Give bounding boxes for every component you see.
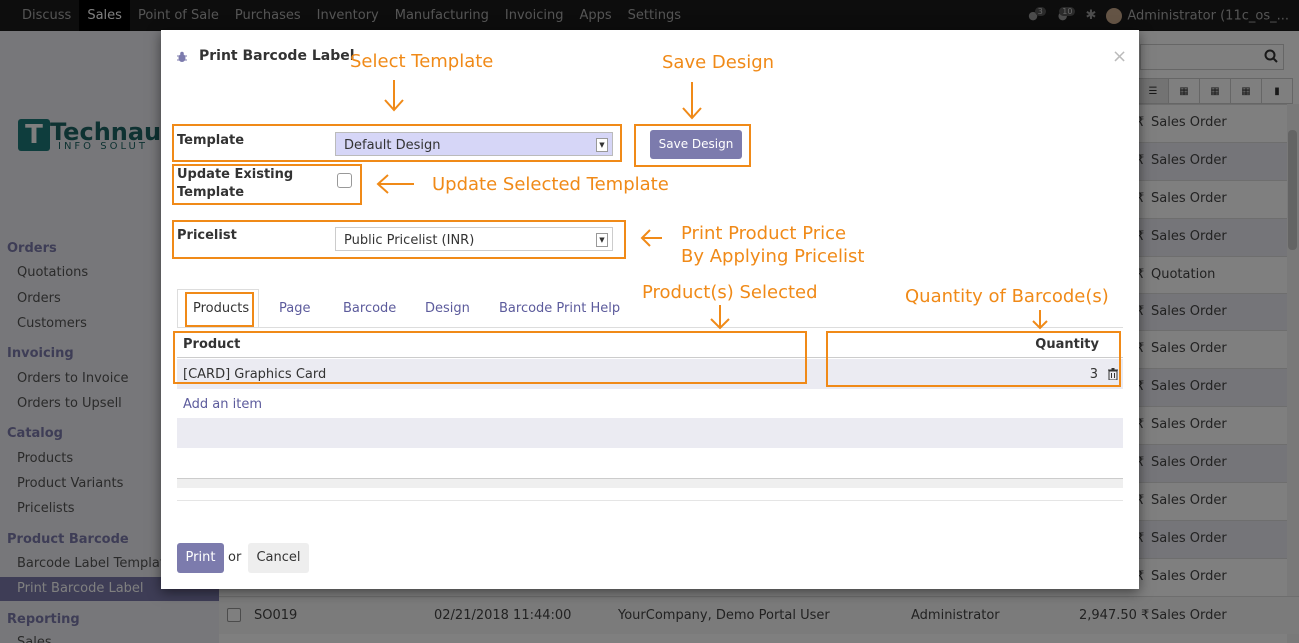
annotation-box-template	[172, 124, 622, 162]
tab-page[interactable]: Page	[279, 301, 310, 316]
annotation-update-template: Update Selected Template	[432, 174, 669, 195]
annotation-box-pricelist	[172, 220, 626, 259]
annotation-price-line2: By Applying Pricelist	[681, 246, 865, 267]
close-icon[interactable]: ×	[1112, 46, 1127, 67]
tab-design[interactable]: Design	[425, 301, 470, 316]
annotation-box-update	[172, 164, 362, 205]
annotation-save-design: Save Design	[662, 52, 775, 73]
tab-barcode[interactable]: Barcode	[343, 301, 396, 316]
table-row-empty	[177, 418, 1123, 448]
annotation-box-product-column	[173, 331, 807, 384]
annotation-select-template: Select Template	[350, 51, 494, 72]
annotation-box-products-tab	[185, 292, 254, 327]
tab-divider	[177, 327, 1123, 328]
annotation-price-line1: Print Product Price	[681, 223, 847, 244]
annotation-box-quantity-column	[826, 331, 1121, 387]
add-item-link[interactable]: Add an item	[183, 397, 262, 412]
bug-icon	[177, 51, 187, 62]
annotation-quantity: Quantity of Barcode(s)	[905, 286, 1109, 307]
table-footer	[177, 478, 1123, 488]
dialog-footer-divider	[177, 500, 1123, 501]
dialog-title: Print Barcode Label	[199, 48, 355, 64]
annotation-products-selected: Product(s) Selected	[642, 282, 818, 303]
print-button[interactable]: Print	[177, 543, 224, 573]
or-text: or	[228, 550, 242, 565]
annotation-box-save-design	[634, 124, 751, 167]
cancel-button[interactable]: Cancel	[248, 543, 309, 573]
dialog-header: Print Barcode Label ×	[161, 30, 1139, 85]
tab-barcode-print-help[interactable]: Barcode Print Help	[499, 301, 620, 316]
print-barcode-dialog: Print Barcode Label × Template Default D…	[161, 30, 1139, 589]
